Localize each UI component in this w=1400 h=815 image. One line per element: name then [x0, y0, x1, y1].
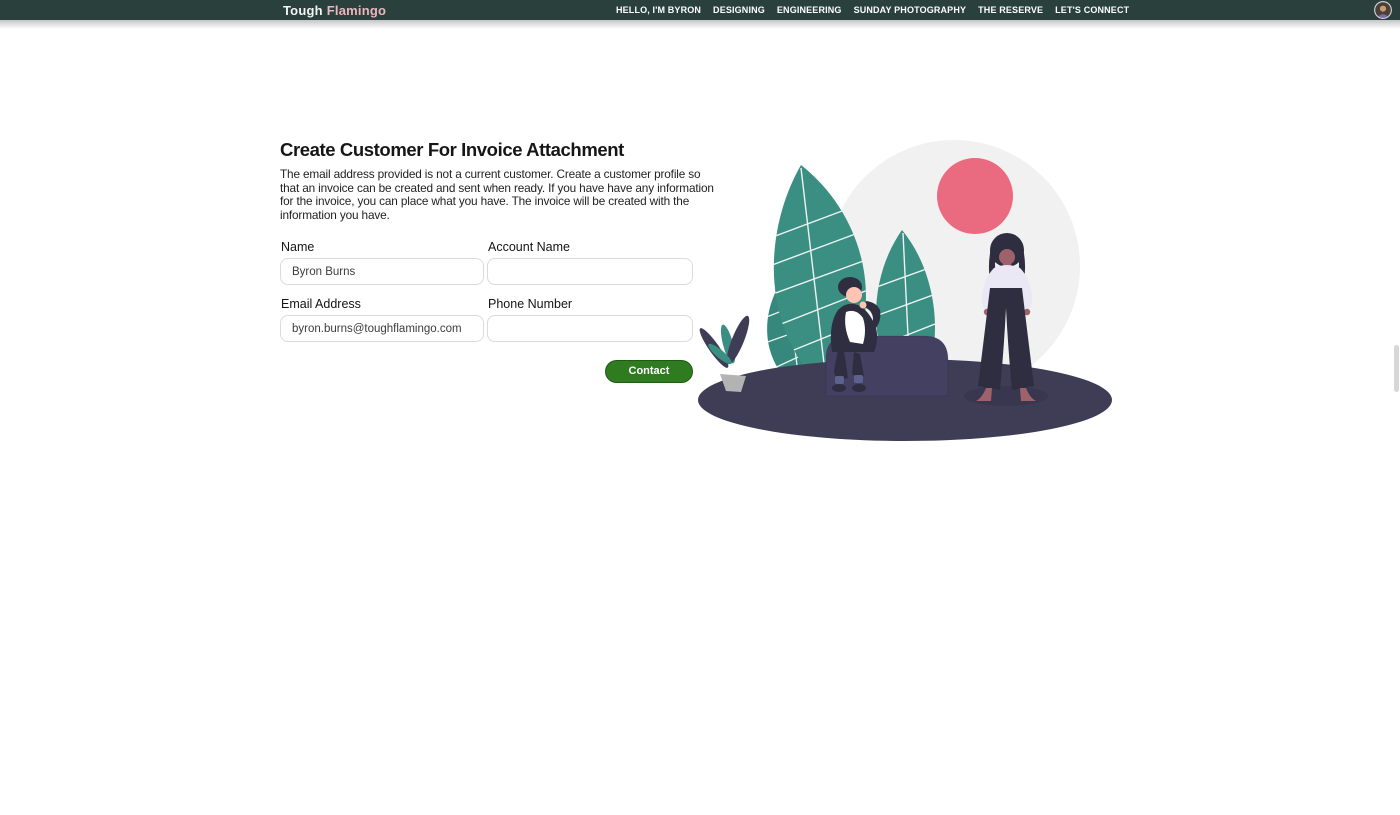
- scrollbar-thumb[interactable]: [1394, 345, 1399, 392]
- description-line: information you have.: [280, 209, 695, 223]
- account-name-field-group: Account Name: [487, 240, 693, 285]
- name-field-group: Name: [280, 240, 484, 285]
- accent-circle: [937, 158, 1013, 234]
- page-title: Create Customer For Invoice Attachment: [280, 139, 695, 161]
- name-input[interactable]: [280, 258, 484, 285]
- phone-label: Phone Number: [488, 297, 693, 311]
- user-avatar-image: [1374, 1, 1392, 19]
- description-line: that an invoice can be created and sent …: [280, 182, 695, 196]
- description-line: for the invoice, you can place what you …: [280, 195, 695, 209]
- page-description: The email address provided is not a curr…: [280, 168, 695, 222]
- site-logo[interactable]: Tough Flamingo: [283, 0, 386, 20]
- nav-item-sunday-photography[interactable]: SUNDAY PHOTOGRAPHY: [854, 5, 967, 15]
- user-avatar[interactable]: [1374, 1, 1392, 19]
- standing-person-shadow: [964, 386, 1048, 406]
- nav-item-hello[interactable]: HELLO, I'M BYRON: [616, 5, 701, 15]
- illustration: [698, 138, 1115, 443]
- form-actions: Contact: [280, 360, 693, 383]
- phone-input[interactable]: [487, 315, 693, 342]
- name-label: Name: [281, 240, 484, 254]
- account-name-label: Account Name: [488, 240, 693, 254]
- contact-button[interactable]: Contact: [605, 360, 693, 383]
- nav-item-designing[interactable]: DESIGNING: [713, 5, 765, 15]
- account-name-input[interactable]: [487, 258, 693, 285]
- top-nav-bar: Tough Flamingo HELLO, I'M BYRON DESIGNIN…: [0, 0, 1400, 20]
- site-logo-part2: Flamingo: [327, 3, 386, 18]
- nav-item-the-reserve[interactable]: THE RESERVE: [978, 5, 1043, 15]
- email-label: Email Address: [281, 297, 484, 311]
- description-line: The email address provided is not a curr…: [280, 168, 695, 182]
- nav-item-engineering[interactable]: ENGINEERING: [777, 5, 842, 15]
- phone-field-group: Phone Number: [487, 297, 693, 342]
- email-input[interactable]: [280, 315, 484, 342]
- email-field-group: Email Address: [280, 297, 484, 342]
- header-drop-shadow: [0, 20, 1400, 29]
- nav-item-lets-connect[interactable]: LET'S CONNECT: [1055, 5, 1129, 15]
- nav-menu: HELLO, I'M BYRON DESIGNING ENGINEERING S…: [616, 0, 1129, 20]
- site-logo-part1: Tough: [283, 3, 323, 18]
- customer-form: Name Account Name Email Address Phone Nu…: [280, 240, 693, 342]
- main-content: Create Customer For Invoice Attachment T…: [280, 139, 695, 383]
